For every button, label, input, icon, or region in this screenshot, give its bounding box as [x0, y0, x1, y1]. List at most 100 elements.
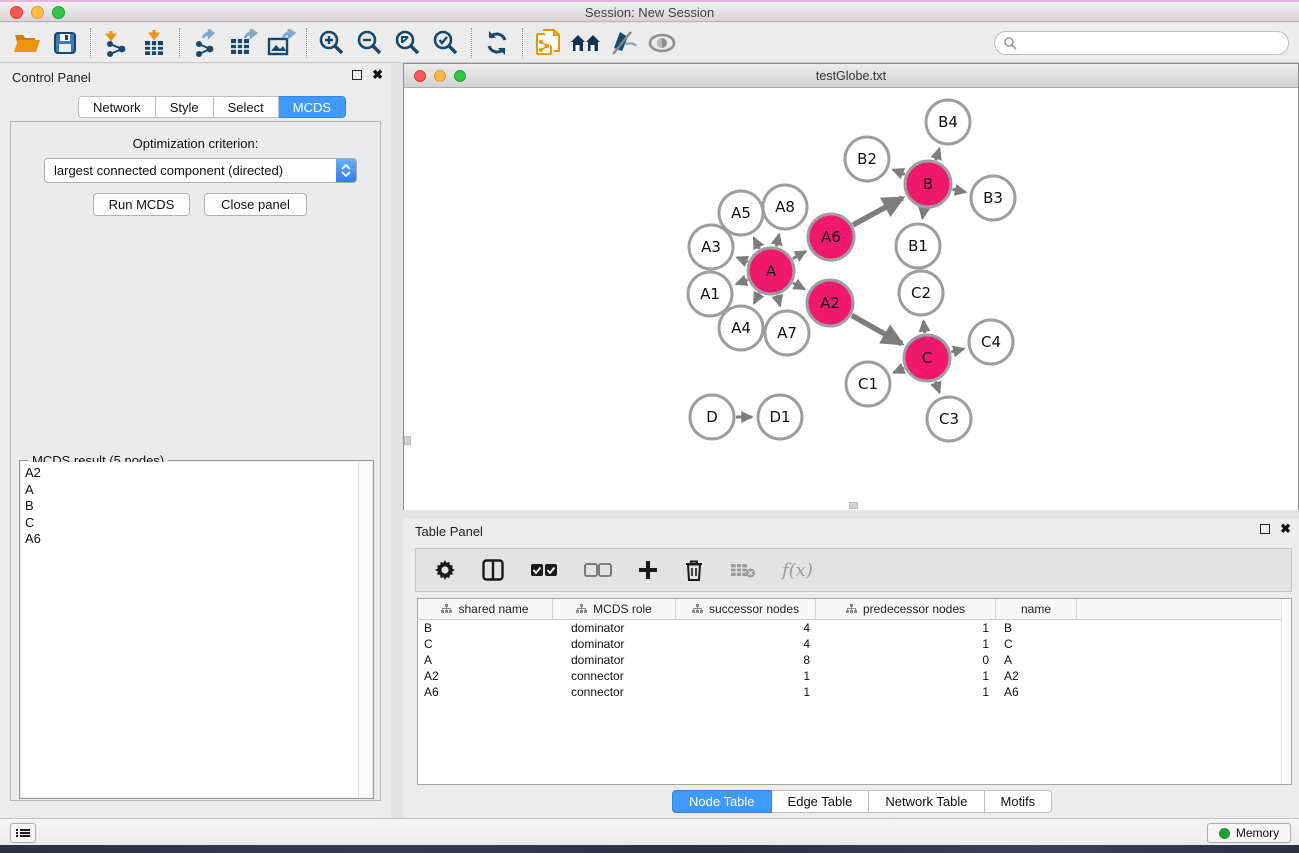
- graph-edge-A-A6[interactable]: [793, 251, 806, 258]
- export-image-icon[interactable]: [262, 26, 300, 60]
- delete-table-icon[interactable]: [730, 562, 756, 578]
- export-network-icon[interactable]: [186, 26, 224, 60]
- export-table-icon[interactable]: [224, 26, 262, 60]
- graph-edge-B-B3[interactable]: [952, 189, 965, 192]
- list-item[interactable]: A: [21, 482, 358, 499]
- table-row[interactable]: Bdominator41B: [418, 620, 1291, 636]
- function-builder-icon[interactable]: f(x): [782, 560, 813, 581]
- network-window-titlebar[interactable]: testGlobe.txt: [404, 64, 1298, 88]
- cell[interactable]: 1: [816, 637, 996, 651]
- graph-node-A2[interactable]: A2: [807, 280, 853, 326]
- memory-button[interactable]: Memory: [1207, 823, 1291, 843]
- new-network-from-selection-icon[interactable]: [529, 26, 567, 60]
- annotations-icon[interactable]: [605, 26, 643, 60]
- graph-edge-A-A8[interactable]: [776, 234, 779, 246]
- gear-icon[interactable]: [434, 559, 456, 581]
- graph-node-B[interactable]: B: [905, 161, 951, 207]
- column-header-predecessor-nodes[interactable]: predecessor nodes: [816, 599, 996, 619]
- graph-node-A6[interactable]: A6: [808, 214, 854, 260]
- cell[interactable]: A6: [996, 685, 1077, 699]
- list-item[interactable]: B: [21, 498, 358, 515]
- cell[interactable]: A: [418, 653, 553, 667]
- horizontal-splitter[interactable]: [403, 510, 1299, 518]
- graph-edge-A-A3[interactable]: [737, 257, 748, 261]
- table-close-panel-icon[interactable]: ✖: [1280, 524, 1291, 534]
- result-list-scrollbar[interactable]: [358, 462, 372, 797]
- search-field[interactable]: [994, 31, 1289, 55]
- graph-node-C4[interactable]: C4: [969, 320, 1013, 364]
- tab-style[interactable]: Style: [156, 96, 214, 118]
- graph-edge-A-A5[interactable]: [754, 238, 760, 249]
- graph-edge-A2-C[interactable]: [852, 315, 902, 343]
- tab-network[interactable]: Network: [78, 96, 156, 118]
- cell[interactable]: C: [996, 637, 1077, 651]
- cell[interactable]: 1: [676, 669, 816, 683]
- add-column-icon[interactable]: [638, 560, 658, 580]
- column-header-name[interactable]: name: [996, 599, 1077, 619]
- graph-node-C[interactable]: C: [904, 335, 950, 381]
- cell[interactable]: A2: [996, 669, 1077, 683]
- cell[interactable]: A2: [418, 669, 553, 683]
- list-item[interactable]: C: [21, 515, 358, 532]
- cell[interactable]: 8: [676, 653, 816, 667]
- zoom-selected-icon[interactable]: [427, 26, 465, 60]
- graph-node-A3[interactable]: A3: [689, 225, 733, 269]
- home-icon[interactable]: [567, 26, 605, 60]
- graph-node-A4[interactable]: A4: [719, 306, 763, 350]
- list-item[interactable]: A2: [21, 465, 358, 482]
- table-row[interactable]: Adominator80A: [418, 652, 1291, 668]
- list-item[interactable]: A6: [21, 531, 358, 548]
- graph-node-A7[interactable]: A7: [765, 311, 809, 355]
- eye-icon[interactable]: [643, 26, 681, 60]
- graph-edge-A6-B[interactable]: [853, 198, 903, 225]
- tab-mcds[interactable]: MCDS: [279, 96, 346, 118]
- cell[interactable]: dominator: [553, 621, 676, 635]
- column-header-shared-name[interactable]: shared name: [418, 599, 553, 619]
- search-input[interactable]: [1017, 36, 1288, 50]
- cell[interactable]: A6: [418, 685, 553, 699]
- graph-node-C1[interactable]: C1: [846, 362, 890, 406]
- tab-motifs[interactable]: Motifs: [985, 790, 1053, 813]
- column-header-successor-nodes[interactable]: successor nodes: [676, 599, 816, 619]
- graph-edge-A-A4[interactable]: [754, 293, 759, 303]
- save-session-icon[interactable]: [46, 26, 84, 60]
- cell[interactable]: 1: [816, 621, 996, 635]
- graph-edge-B-B2[interactable]: [893, 170, 905, 175]
- cell[interactable]: 4: [676, 621, 816, 635]
- open-file-icon[interactable]: [8, 26, 46, 60]
- cell[interactable]: dominator: [553, 653, 676, 667]
- criterion-select[interactable]: largest connected component (directed): [44, 158, 357, 183]
- graph-edge-C-C3[interactable]: [935, 382, 939, 393]
- table-float-panel-icon[interactable]: [1260, 524, 1270, 534]
- mcds-result-list[interactable]: A2ABCA6: [21, 462, 358, 797]
- tab-node-table[interactable]: Node Table: [672, 790, 772, 813]
- table-scrollbar[interactable]: [1281, 599, 1291, 784]
- graph-edge-C-C2[interactable]: [924, 321, 925, 333]
- graph-edge-A-A2[interactable]: [793, 283, 805, 289]
- cell[interactable]: C: [418, 637, 553, 651]
- table-row[interactable]: A6connector11A6: [418, 684, 1291, 700]
- graph-node-B1[interactable]: B1: [896, 224, 940, 268]
- cell[interactable]: A: [996, 653, 1077, 667]
- tab-edge-table[interactable]: Edge Table: [772, 790, 870, 813]
- graph-node-A1[interactable]: A1: [688, 272, 732, 316]
- tab-select[interactable]: Select: [214, 96, 279, 118]
- graph-node-A5[interactable]: A5: [719, 191, 763, 235]
- zoom-out-icon[interactable]: [351, 26, 389, 60]
- graph-edge-B-B1[interactable]: [922, 209, 924, 219]
- network-canvas[interactable]: B4B2BB3A8A5A6A3B1AC2A1A2A4A7C4CC1C3DD1: [404, 89, 1298, 510]
- column-header-MCDS-role[interactable]: MCDS role: [553, 599, 676, 619]
- close-panel-button[interactable]: Close panel: [204, 193, 307, 216]
- graph-edge-A-A1[interactable]: [736, 280, 747, 284]
- cell[interactable]: 1: [676, 685, 816, 699]
- float-panel-icon[interactable]: [352, 70, 362, 80]
- import-table-icon[interactable]: [135, 26, 173, 60]
- import-network-icon[interactable]: [97, 26, 135, 60]
- graph-node-B2[interactable]: B2: [845, 137, 889, 181]
- cell[interactable]: B: [996, 621, 1077, 635]
- table-row[interactable]: A2connector11A2: [418, 668, 1291, 684]
- cell[interactable]: connector: [553, 669, 676, 683]
- graph-node-C2[interactable]: C2: [899, 271, 943, 315]
- cell[interactable]: 0: [816, 653, 996, 667]
- graph-node-D1[interactable]: D1: [758, 395, 802, 439]
